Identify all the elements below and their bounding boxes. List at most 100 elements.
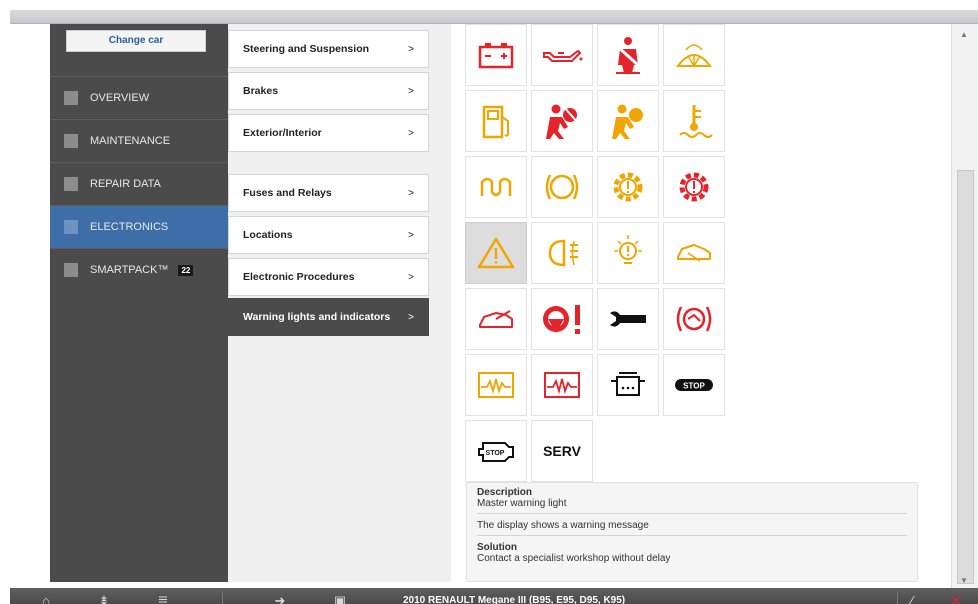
folder-icon[interactable]: ▣ <box>332 593 348 604</box>
tile-serv[interactable]: SERV <box>531 420 593 482</box>
tile-glow-plug[interactable] <box>465 156 527 218</box>
serv-icon: SERV <box>543 443 581 459</box>
chevron-right-icon: > <box>408 311 414 323</box>
nav-item-label: OVERVIEW <box>90 92 150 104</box>
tile-oil-pressure[interactable] <box>531 24 593 86</box>
checkbox-icon <box>64 134 78 148</box>
car-ajar-icon <box>479 310 513 328</box>
tile-exhaust-emission[interactable] <box>465 354 527 416</box>
toolbar-divider <box>897 591 898 604</box>
menu-item-steering-suspension[interactable]: Steering and Suspension > <box>228 30 429 68</box>
stop-icon: STOP <box>675 379 713 391</box>
tile-fuel[interactable] <box>465 90 527 152</box>
nav-item-label: ELECTRONICS <box>90 221 169 233</box>
menu-item-warning-lights[interactable]: Warning lights and indicators > <box>228 298 429 336</box>
engine-stop-icon-text: STOP <box>486 450 505 457</box>
tile-car-ajar[interactable] <box>465 288 527 350</box>
particle-filter-icon <box>611 372 645 396</box>
menu-item-locations[interactable]: Locations > <box>228 216 429 254</box>
tile-service[interactable] <box>597 288 659 350</box>
airbag-off-icon <box>546 104 579 139</box>
glow-plug-icon <box>480 177 512 197</box>
tile-stop[interactable]: STOP <box>663 354 725 416</box>
tile-engine-stop[interactable]: STOP <box>465 420 527 482</box>
submenu-panel: Steering and Suspension > Brakes > Exter… <box>228 24 451 582</box>
list-icon[interactable]: ≣ <box>155 593 171 604</box>
bottom-toolbar: ⌂ ⇟ ≣ ➜ ▣ 2010 RENAULT Megane III (B95, … <box>10 588 978 604</box>
menu-item-label: Steering and Suspension <box>243 43 370 55</box>
change-car-area: Change car <box>50 24 228 54</box>
tile-seatbelt[interactable] <box>597 24 659 86</box>
stop-icon-text: STOP <box>683 382 705 391</box>
nav-item-repair-data[interactable]: REPAIR DATA <box>50 162 228 205</box>
description-message: The display shows a warning message <box>477 520 907 536</box>
tile-power-steering[interactable] <box>531 288 593 350</box>
nav-item-label: MAINTENANCE <box>90 135 171 147</box>
forward-icon[interactable]: ➜ <box>272 593 288 604</box>
home-icon[interactable]: ⌂ <box>38 593 54 604</box>
menu-item-electronic-procedures[interactable]: Electronic Procedures > <box>228 258 429 296</box>
tile-brake-wear[interactable] <box>531 156 593 218</box>
windscreen-washer-icon <box>676 44 712 67</box>
nav-item-electronics[interactable]: ELECTRONICS <box>50 205 228 248</box>
menu-item-label: Fuses and Relays <box>243 187 332 199</box>
checkbox-icon <box>64 263 78 277</box>
tile-bulb-failure[interactable] <box>597 222 659 284</box>
nav-item-overview[interactable]: OVERVIEW <box>50 76 228 119</box>
rear-fog-light-icon <box>548 239 578 267</box>
engine-stop-icon: STOP <box>478 442 514 462</box>
description-text: Master warning light <box>477 498 907 514</box>
chevron-right-icon: > <box>408 229 414 241</box>
seatbelt-icon <box>616 37 640 74</box>
menu-item-fuses-relays[interactable]: Fuses and Relays > <box>228 174 429 212</box>
app-window: Change car OVERVIEW MAINTENANCE REPAIR D… <box>10 10 978 604</box>
solution-text: Contact a specialist workshop without de… <box>477 553 671 564</box>
checkbox-icon <box>64 220 78 234</box>
tile-door-open[interactable] <box>663 222 725 284</box>
solution-heading: Solution <box>477 542 517 553</box>
tile-electronic-fault[interactable] <box>531 354 593 416</box>
menu-item-label: Locations <box>243 229 293 241</box>
tile-particle-filter[interactable] <box>597 354 659 416</box>
checkbox-icon <box>64 91 78 105</box>
menu-item-label: Electronic Procedures <box>243 271 355 283</box>
tile-master-warning[interactable] <box>465 222 527 284</box>
tile-battery[interactable] <box>465 24 527 86</box>
change-car-button[interactable]: Change car <box>66 30 206 52</box>
tile-rear-fog[interactable] <box>531 222 593 284</box>
power-steering-icon <box>543 305 580 334</box>
tile-transmission-fault[interactable] <box>663 156 725 218</box>
nav-item-label: SMARTPACK™ <box>90 264 169 276</box>
left-navigation: Change car OVERVIEW MAINTENANCE REPAIR D… <box>50 24 228 582</box>
collapse-icon[interactable]: ⇟ <box>96 593 112 604</box>
tile-transmission-warning[interactable] <box>597 156 659 218</box>
automatic-transmission-warning-icon <box>613 172 643 202</box>
tile-airbag[interactable] <box>597 90 659 152</box>
tile-washer[interactable] <box>663 24 725 86</box>
nav-item-maintenance[interactable]: MAINTENANCE <box>50 119 228 162</box>
electronic-fault-icon <box>544 372 580 398</box>
close-icon[interactable]: ✕ <box>948 593 964 604</box>
menu-item-label: Warning lights and indicators <box>243 311 391 323</box>
vertical-scrollbar[interactable]: ▲ ▼ <box>951 24 978 588</box>
checkbox-icon <box>64 177 78 191</box>
scroll-down-icon[interactable]: ▼ <box>960 576 968 585</box>
menu-item-brakes[interactable]: Brakes > <box>228 72 429 110</box>
vehicle-title: 2010 RENAULT Megane III (B95, E95, D95, … <box>403 595 626 604</box>
master-warning-icon <box>477 237 515 269</box>
description-panel: Description Master warning light The dis… <box>466 482 918 582</box>
menu-item-exterior-interior[interactable]: Exterior/Interior > <box>228 114 429 152</box>
edit-icon[interactable]: ⁄ <box>904 593 920 604</box>
tile-coolant[interactable] <box>663 90 725 152</box>
tile-airbag-off[interactable] <box>531 90 593 152</box>
nav-item-smartpack[interactable]: SMARTPACK™ 22 <box>50 248 228 291</box>
tile-parking-brake[interactable] <box>663 288 725 350</box>
oil-pressure-icon <box>543 49 583 62</box>
scrollbar-thumb[interactable] <box>957 170 974 584</box>
chevron-right-icon: > <box>408 43 414 55</box>
smartpack-count-badge: 22 <box>178 264 194 276</box>
scroll-up-icon[interactable]: ▲ <box>960 30 968 39</box>
fuel-icon <box>482 105 509 139</box>
chevron-right-icon: > <box>408 85 414 97</box>
menu-item-label: Brakes <box>243 85 279 97</box>
